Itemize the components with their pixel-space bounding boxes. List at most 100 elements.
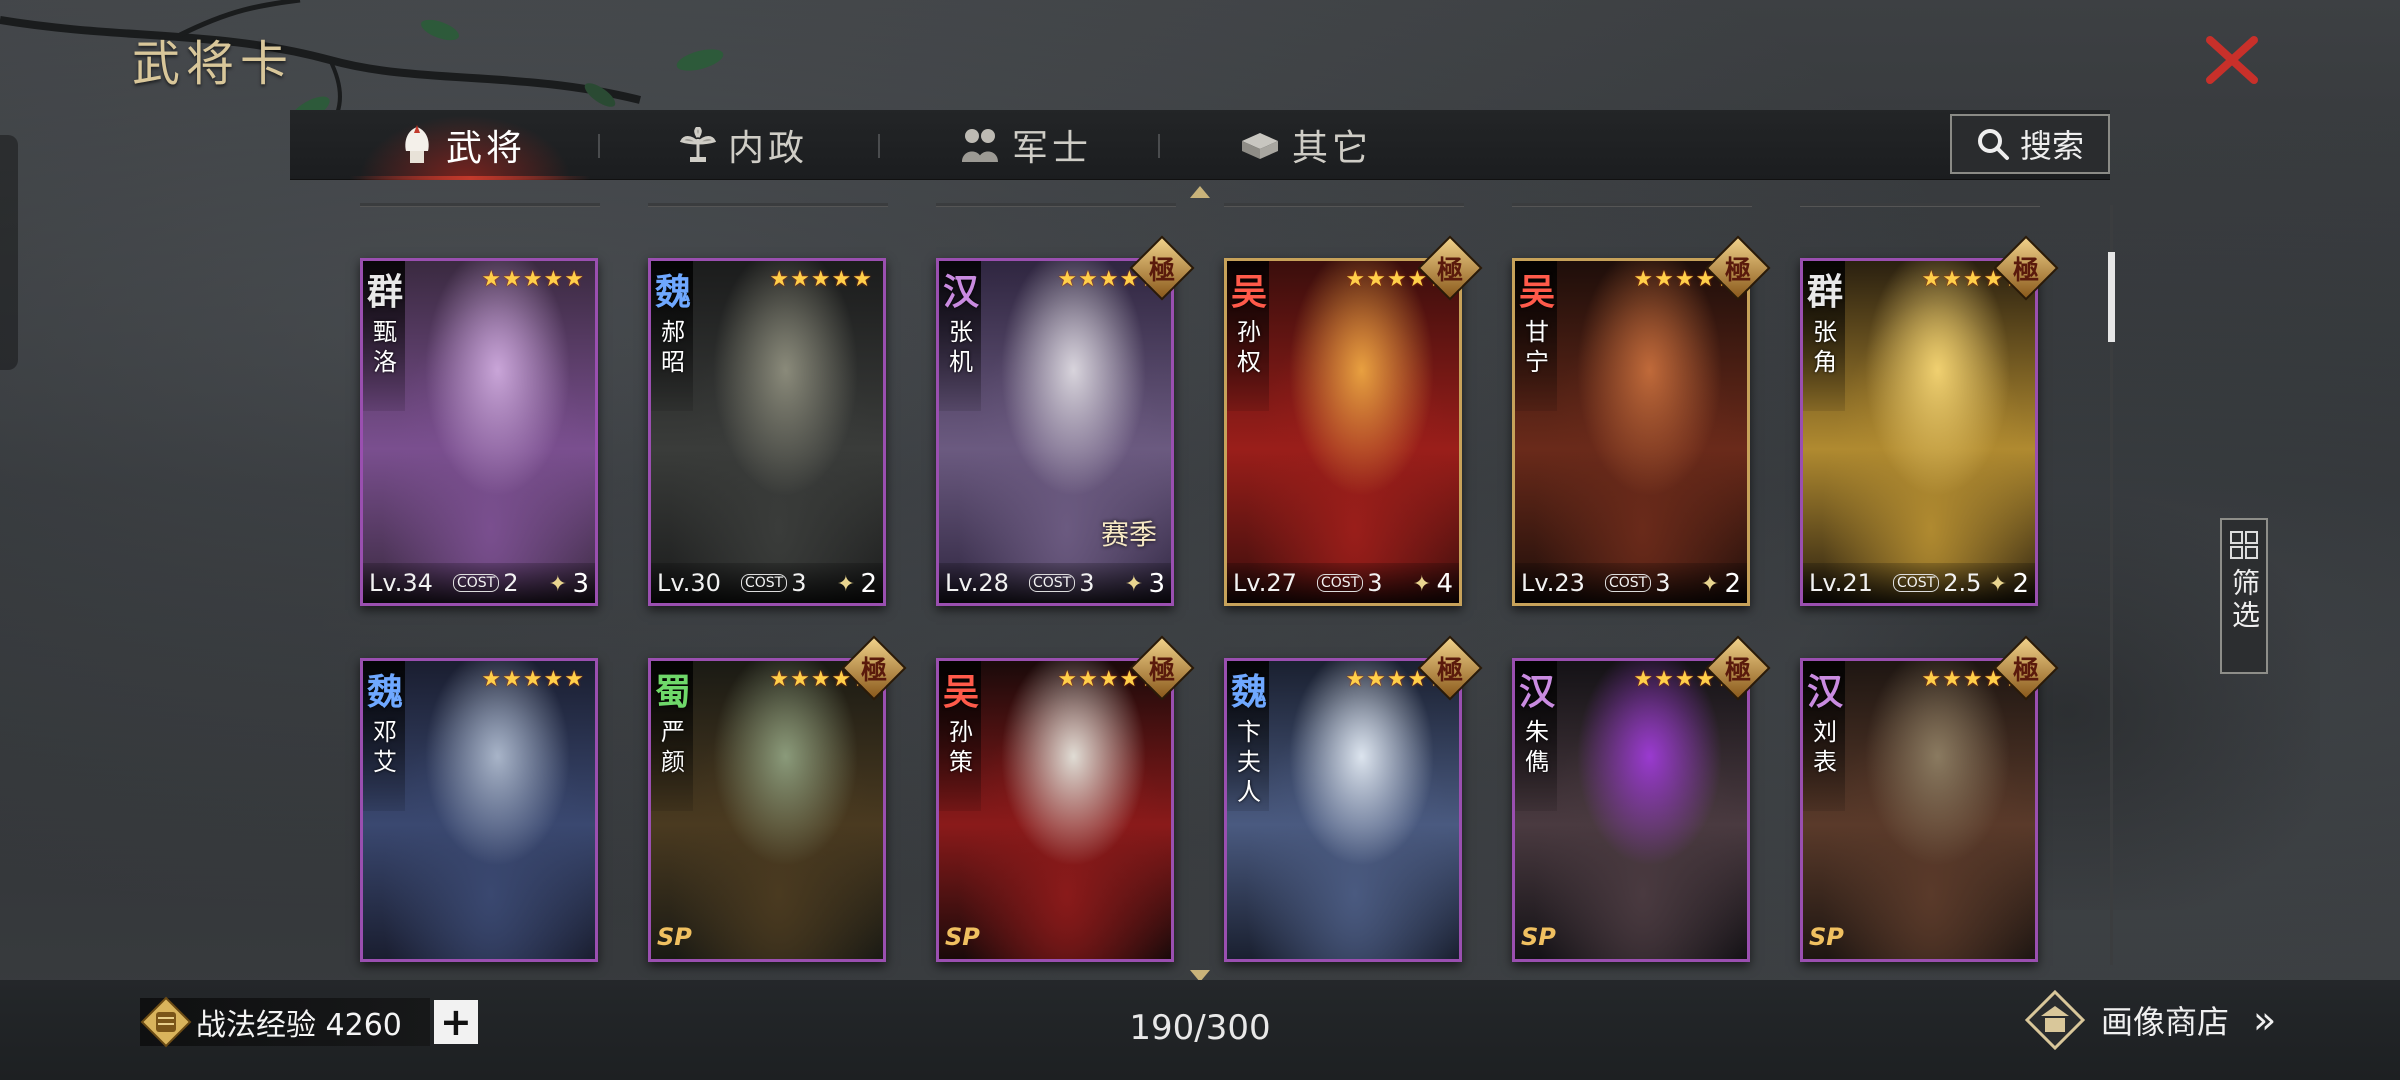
ji-label: 極: [1724, 255, 1751, 286]
shield-icon: ✦: [836, 572, 855, 597]
general-card[interactable]: 汉 朱儁 ★★★★★ 極 SP: [1512, 635, 1771, 962]
tab-label: 其它: [1292, 128, 1373, 169]
page-title: 武将卡: [132, 36, 295, 92]
add-exp-button[interactable]: +: [433, 1000, 478, 1044]
filter-button[interactable]: 筛选: [2220, 518, 2268, 674]
faction-badge: 汉: [1519, 671, 1556, 713]
faction-badge: 吴: [1519, 271, 1556, 313]
row-divider: [1800, 203, 2040, 207]
search-label: 搜索: [2019, 127, 2084, 165]
general-card[interactable]: 吴 孙策 ★★★★★ 極 SP: [936, 635, 1195, 962]
tactic-count: 2: [860, 569, 877, 599]
row-divider: [1512, 203, 1752, 207]
general-card[interactable]: 魏 郝昭 ★★★★★ Lv.30 COST 3 ✦ 2: [648, 258, 886, 606]
general-card[interactable]: 吴 甘宁 ★★★★★ 極 Lv.23 COST 3 ✦ 2: [1512, 235, 1771, 606]
general-card[interactable]: 魏 邓艾 ★★★★★: [360, 658, 598, 962]
tab-other[interactable]: 其它: [1240, 110, 1372, 180]
sp-tag: SP: [1521, 923, 1556, 951]
faction-badge: 魏: [1231, 671, 1268, 713]
sp-tag: SP: [1809, 923, 1844, 951]
star-rating: ★★★★★: [769, 267, 873, 292]
general-name: 邓艾: [373, 718, 397, 776]
chest-icon: [1242, 133, 1278, 159]
general-name: 张角: [1813, 318, 1837, 376]
category-tabbar: 武将 内政 军士 其它 搜索: [290, 110, 2110, 180]
faction-badge: 汉: [943, 271, 980, 313]
general-name: 张机: [949, 318, 973, 376]
shop-label: 画像商店: [2101, 1003, 2230, 1041]
general-card[interactable]: 汉 刘表 ★★★★★ 極 SP: [1800, 635, 2059, 962]
row-divider: [1224, 203, 1464, 207]
row-divider: [936, 203, 1176, 207]
general-card[interactable]: 魏 卞夫人 ★★★★★ 極: [1224, 635, 1483, 962]
tactic-count: 2: [1724, 569, 1741, 599]
bow-icon: ✦: [1412, 572, 1431, 597]
chevron-right-icon: »: [2253, 998, 2277, 1042]
search-button[interactable]: 搜索: [1950, 114, 2110, 174]
cost-icon: COST: [1893, 574, 1940, 592]
faction-badge: 吴: [943, 671, 980, 713]
tab-label: 内政: [728, 128, 809, 169]
level-label: Lv.34: [369, 569, 433, 597]
general-name: 刘表: [1813, 718, 1837, 776]
faction-badge: 群: [1807, 271, 1844, 313]
plant-icon: [680, 127, 716, 162]
bow-icon: ✦: [548, 572, 567, 597]
level-label: Lv.27: [1233, 569, 1297, 597]
cost-icon: COST: [453, 574, 500, 592]
tab-label: 武将: [446, 128, 527, 169]
general-name: 孙策: [949, 718, 973, 776]
tab-soldiers[interactable]: 军士: [960, 110, 1092, 180]
tactic-count: 2: [2012, 569, 2029, 599]
flame-icon: ✦: [1988, 572, 2007, 597]
sp-tag: SP: [657, 923, 692, 951]
general-name: 严颜: [661, 718, 685, 776]
general-name: 甄洛: [373, 318, 397, 376]
star-rating: ★★★★★: [481, 667, 585, 692]
tab-internal-affairs[interactable]: 内政: [680, 110, 808, 180]
fist-badge-icon: [140, 996, 192, 1048]
general-card-grid: 群 甄洛 ★★★★★ Lv.34 COST 2 ✦ 3 魏 郝昭 ★★★★★ L…: [360, 235, 2060, 962]
tactic-count: 4: [1436, 569, 1453, 599]
tactic-exp: 战法经验 4260 +: [140, 996, 478, 1048]
faction-badge: 魏: [367, 671, 404, 713]
general-card[interactable]: 群 甄洛 ★★★★★ Lv.34 COST 2 ✦ 3: [360, 258, 598, 606]
faction-badge: 汉: [1807, 671, 1844, 713]
tactic-count: 3: [572, 569, 589, 599]
soldiers-icon: [962, 129, 998, 162]
faction-badge: 蜀: [655, 671, 692, 713]
ji-label: 極: [2012, 255, 2039, 286]
general-card[interactable]: 蜀 严颜 ★★★★★ 極 SP: [648, 635, 907, 962]
faction-badge: 吴: [1231, 271, 1268, 313]
general-card[interactable]: 群 张角 ★★★★★ 極 Lv.21 COST 2.5 ✦ 2: [1800, 235, 2059, 606]
general-card[interactable]: 汉 张机 ★★★★★ 極赛季 Lv.28 COST 3 ✦ 3: [936, 235, 1195, 606]
filter-label: 筛选: [2228, 568, 2261, 632]
ji-label: 極: [1436, 655, 1463, 686]
ji-label: 極: [1148, 655, 1175, 686]
ji-label: 極: [1724, 655, 1751, 686]
scrollbar-thumb[interactable]: [2108, 252, 2115, 342]
general-name: 卞夫人: [1237, 718, 1261, 806]
side-pull-tab[interactable]: [0, 135, 18, 370]
tab-generals[interactable]: 武将: [400, 110, 526, 180]
cost-icon: COST: [741, 574, 788, 592]
faction-badge: 魏: [655, 271, 692, 313]
level-label: Lv.30: [657, 569, 721, 597]
general-name: 孙权: [1237, 318, 1261, 376]
level-label: Lv.23: [1521, 569, 1585, 597]
search-icon: [1977, 129, 2009, 160]
portrait-shop-button[interactable]: 画像商店 »: [2025, 990, 2276, 1050]
shop-badge-icon: [2025, 990, 2085, 1050]
ji-label: 極: [1436, 255, 1463, 286]
close-icon[interactable]: [2200, 28, 2264, 92]
flame-icon: ✦: [1700, 572, 1719, 597]
row-divider: [360, 203, 600, 207]
tab-label: 军士: [1012, 128, 1093, 169]
general-name: 朱儁: [1525, 718, 1549, 776]
scroll-up-arrow-icon[interactable]: [1190, 186, 1210, 198]
general-card[interactable]: 吴 孙权 ★★★★★ 極 Lv.27 COST 3 ✦ 4: [1224, 235, 1483, 606]
helmet-icon: [405, 125, 429, 163]
ji-label: 極: [860, 655, 887, 686]
cost-icon: COST: [1029, 574, 1076, 592]
season-tag: 赛季: [1100, 518, 1157, 551]
